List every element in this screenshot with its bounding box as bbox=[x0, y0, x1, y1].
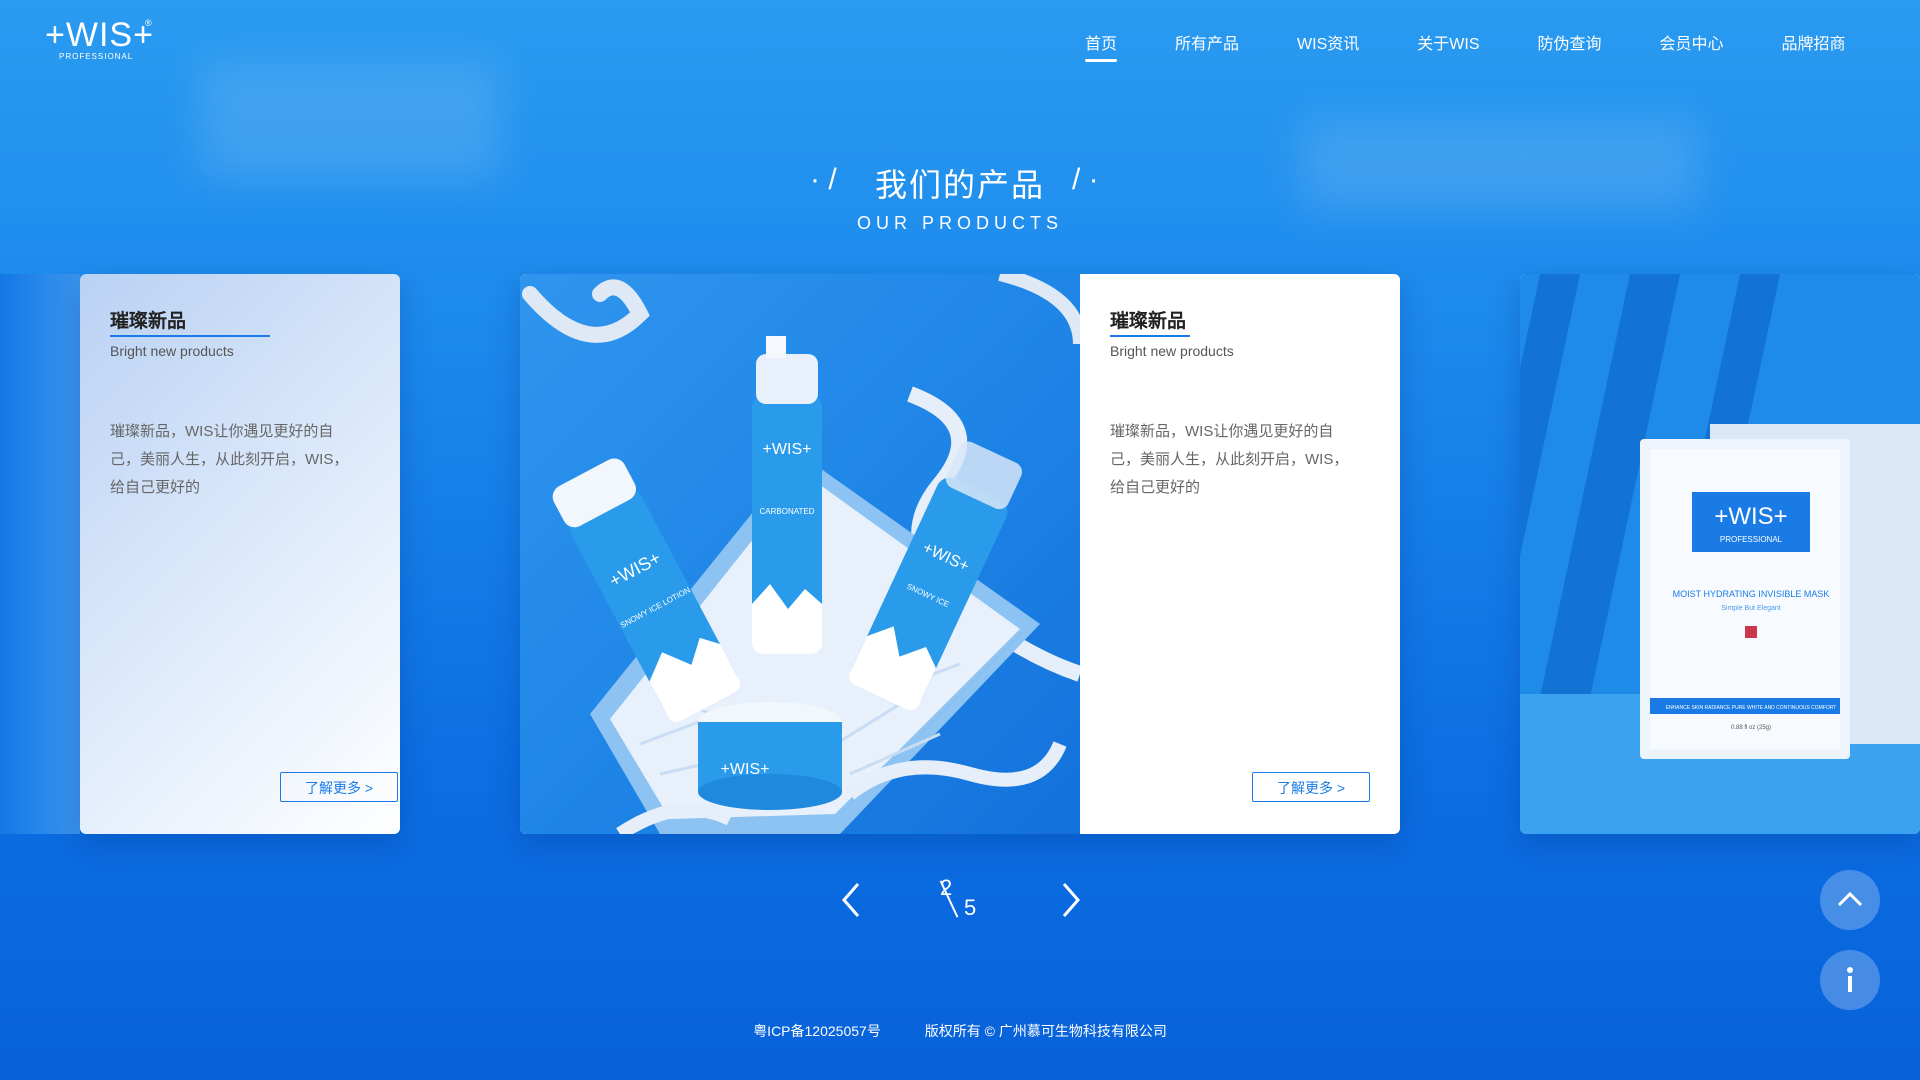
slide-total: 5 bbox=[964, 895, 977, 920]
product-card-prev[interactable]: 璀璨新品 Bright new products 璀璨新品，WIS让你遇见更好的… bbox=[80, 274, 400, 834]
learn-more-button[interactable]: 了解更多 > bbox=[1252, 772, 1370, 802]
chevron-up-icon bbox=[1837, 891, 1863, 907]
card-subtitle: Bright new products bbox=[110, 343, 234, 359]
logo-registered-mark: ® bbox=[145, 18, 152, 28]
section-title: 我们的产品 bbox=[874, 167, 1045, 203]
copyright-text: 版权所有 © 广州慕可生物科技有限公司 bbox=[924, 1023, 1167, 1039]
pack-band: ENHANCE SKIN RADIANCE PURE WHITE AND CON… bbox=[1666, 705, 1837, 711]
pack-weight: 0.88 fl oz (25g) bbox=[1731, 725, 1771, 731]
nav-item-news[interactable]: WIS资讯 bbox=[1297, 30, 1359, 60]
card-description: 璀璨新品，WIS让你遇见更好的自己，美丽人生，从此刻开启，WIS，给自己更好的 bbox=[1110, 423, 1349, 496]
chevron-left-icon bbox=[842, 883, 860, 917]
nav-item-brand-franchise[interactable]: 品牌招商 bbox=[1782, 30, 1846, 60]
info-icon bbox=[1847, 967, 1853, 992]
nav-item-all-products[interactable]: 所有产品 bbox=[1175, 30, 1239, 60]
chevron-right-icon bbox=[1062, 883, 1080, 917]
learn-more-button[interactable]: 了解更多 > bbox=[280, 772, 398, 802]
spray-product-label: CARBONATED bbox=[760, 507, 815, 516]
card-description: 璀璨新品，WIS让你遇见更好的自己，美丽人生，从此刻开启，WIS，给自己更好的 bbox=[110, 423, 349, 496]
nav-item-home[interactable]: 首页 bbox=[1085, 30, 1118, 62]
logo-text: +WIS+ bbox=[45, 16, 154, 54]
title-underline bbox=[110, 335, 270, 337]
slide-counter: 2 5 bbox=[930, 875, 990, 925]
footer: 粤ICP备12025057号 版权所有 © 广州慕可生物科技有限公司 bbox=[0, 1021, 1920, 1041]
back-to-top-button[interactable] bbox=[1820, 870, 1880, 930]
nav-item-about[interactable]: 关于WIS bbox=[1417, 30, 1479, 60]
product-card-current[interactable]: +WIS+ SNOWY ICE LOTION +WIS+ CARBONATED … bbox=[520, 274, 1400, 834]
pack-logo-sub: PROFESSIONAL bbox=[1720, 535, 1783, 544]
card-title: 璀璨新品 bbox=[1110, 311, 1187, 332]
prev-slide-button[interactable] bbox=[832, 880, 872, 920]
title-underline bbox=[1110, 335, 1190, 337]
pack-logo: +WIS+ bbox=[1714, 503, 1787, 530]
logo-subtitle: PROFESSIONAL bbox=[59, 52, 134, 61]
spray-brand-label: +WIS+ bbox=[763, 441, 812, 458]
card-subtitle: Bright new products bbox=[1110, 343, 1234, 359]
title-decoration-right: / · bbox=[1072, 163, 1099, 196]
section-subtitle: OUR PRODUCTS bbox=[856, 213, 1063, 233]
main-nav: 首页 所有产品 WIS资讯 关于WIS 防伪查询 会员中心 品牌招商 bbox=[1085, 30, 1846, 62]
jar-brand-label: +WIS+ bbox=[721, 761, 770, 778]
card-text-panel: 璀璨新品 Bright new products 璀璨新品，WIS让你遇见更好的… bbox=[1110, 274, 1380, 834]
card-title: 璀璨新品 bbox=[110, 311, 187, 332]
brand-logo[interactable]: +WIS+ ® PROFESSIONAL bbox=[45, 16, 155, 64]
pack-title: MOIST HYDRATING INVISIBLE MASK bbox=[1673, 589, 1830, 599]
left-card-image-edge bbox=[0, 274, 80, 834]
product-image: +WIS+ SNOWY ICE LOTION +WIS+ CARBONATED … bbox=[520, 274, 1080, 834]
nav-item-anti-counterfeit[interactable]: 防伪查询 bbox=[1538, 30, 1602, 60]
pack-tagline: Simple But Elegant bbox=[1721, 605, 1781, 612]
icp-record[interactable]: 粤ICP备12025057号 bbox=[753, 1023, 881, 1039]
next-slide-button[interactable] bbox=[1050, 880, 1090, 920]
nav-item-member-center[interactable]: 会员中心 bbox=[1660, 30, 1724, 60]
product-card-next[interactable]: +WIS+ PROFESSIONAL MOIST HYDRATING INVIS… bbox=[1520, 274, 1920, 834]
info-button[interactable] bbox=[1820, 950, 1880, 1010]
